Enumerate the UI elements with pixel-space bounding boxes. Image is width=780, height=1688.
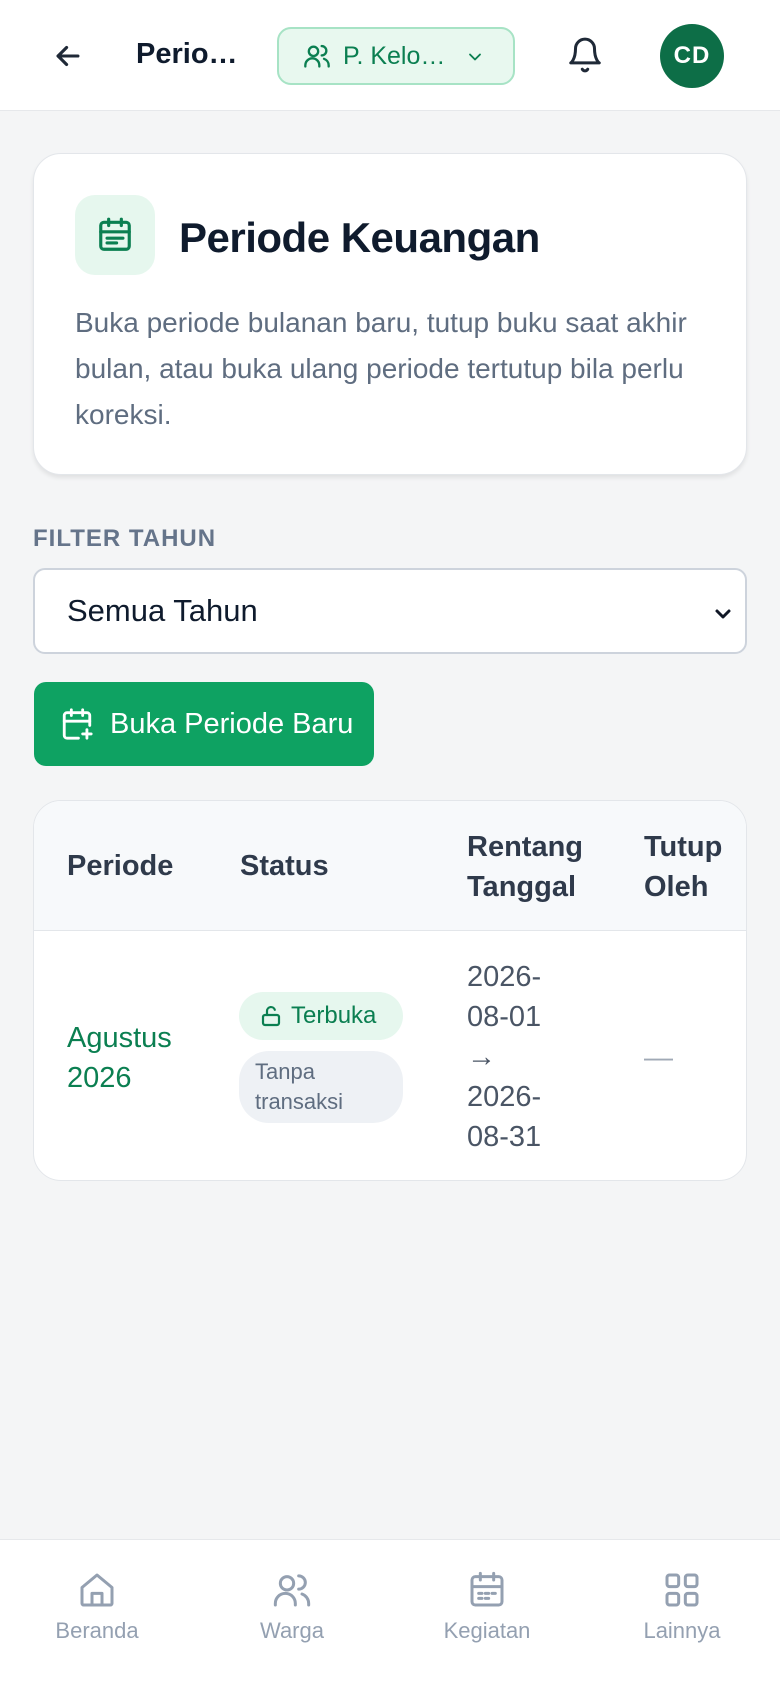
notifications-button[interactable] bbox=[560, 30, 610, 80]
no-transaction-badge: Tanpa transaksi bbox=[239, 1051, 403, 1123]
users-icon bbox=[273, 1574, 311, 1607]
group-selector[interactable]: P. Kelompok bbox=[277, 27, 515, 85]
no-transaction-line: Tanpa bbox=[255, 1059, 315, 1084]
nav-label: Beranda bbox=[55, 1618, 139, 1643]
card-description: Buka periode bulanan baru, tutup buku sa… bbox=[75, 307, 687, 430]
date-range-line: 08-31 bbox=[467, 1121, 542, 1153]
date-range-line: 2026- bbox=[467, 961, 542, 993]
nav-label: Warga bbox=[260, 1618, 324, 1643]
calendar-icon bbox=[99, 217, 131, 251]
nav-item-kegiatan[interactable]: Kegiatan bbox=[412, 1570, 562, 1644]
year-filter-select[interactable]: Semua Tahun bbox=[33, 568, 747, 654]
year-filter-value: Semua Tahun bbox=[67, 593, 258, 628]
nav-label: Kegiatan bbox=[443, 1618, 531, 1643]
info-card: Periode Keuangan Buka periode bulanan ba… bbox=[33, 153, 747, 475]
home-icon bbox=[80, 1573, 114, 1607]
calendar-plus-icon bbox=[62, 708, 93, 740]
card-title: Periode Keuangan bbox=[179, 214, 540, 261]
header-range-line: Tanggal bbox=[467, 871, 577, 903]
header-status: Status bbox=[240, 850, 329, 882]
date-range-line: 08-01 bbox=[467, 1001, 542, 1033]
chevron-down-icon bbox=[469, 53, 481, 61]
date-range-arrow: → bbox=[467, 1041, 496, 1073]
header-closed-by-line: Tutup bbox=[644, 831, 723, 863]
info-icon-badge bbox=[75, 195, 155, 275]
nav-item-lainnya[interactable]: Lainnya bbox=[607, 1570, 757, 1644]
period-month: Agustus bbox=[67, 1022, 172, 1054]
nav-item-warga[interactable]: Warga bbox=[217, 1570, 367, 1644]
bell-icon bbox=[569, 37, 601, 73]
status-badge: Terbuka bbox=[239, 992, 403, 1040]
open-new-period-button[interactable]: Buka Periode Baru bbox=[34, 682, 374, 766]
periods-table: Periode Status Rentang Tanggal Tutup Ole… bbox=[33, 800, 747, 1181]
header-closed-by: Tutup Oleh bbox=[644, 827, 722, 907]
avatar[interactable]: CD bbox=[660, 24, 724, 88]
chevron-down-icon bbox=[715, 609, 731, 619]
bottom-navigation: Beranda Warga Kegiatan Lainnya bbox=[0, 1539, 780, 1688]
calendar-icon bbox=[470, 1571, 504, 1607]
date-range: 2026- 08-01 → 2026- 08-31 bbox=[467, 957, 541, 1157]
lock-open-icon bbox=[261, 1005, 281, 1027]
no-transaction-line: transaksi bbox=[255, 1089, 344, 1114]
period-link[interactable]: Agustus 2026 bbox=[67, 1018, 172, 1098]
header-period: Periode bbox=[67, 850, 174, 882]
closed-by-value: — bbox=[644, 1042, 673, 1074]
table-header: Periode Status Rentang Tanggal Tutup Ole… bbox=[34, 801, 746, 931]
open-new-period-label: Buka Periode Baru bbox=[110, 707, 354, 740]
status-badge-label: Terbuka bbox=[291, 1002, 377, 1029]
back-button[interactable] bbox=[44, 32, 92, 80]
period-year: 2026 bbox=[67, 1062, 132, 1094]
grid-icon bbox=[665, 1573, 699, 1607]
header-range: Rentang Tanggal bbox=[467, 827, 583, 907]
top-app-bar: Periode Keuangan P. Kelompok CD bbox=[0, 0, 780, 111]
header-range-line: Rentang bbox=[467, 831, 583, 863]
filter-year-label: FILTER TAHUN bbox=[33, 525, 217, 552]
users-icon bbox=[304, 44, 330, 68]
group-selector-label: P. Kelompok bbox=[343, 41, 453, 70]
page-title: Periode Keuangan bbox=[136, 38, 246, 70]
arrow-left-icon bbox=[56, 45, 80, 67]
date-range-line: 2026- bbox=[467, 1081, 542, 1113]
header-closed-by-line: Oleh bbox=[644, 871, 709, 903]
nav-label: Lainnya bbox=[643, 1618, 721, 1643]
nav-item-beranda[interactable]: Beranda bbox=[22, 1570, 172, 1644]
